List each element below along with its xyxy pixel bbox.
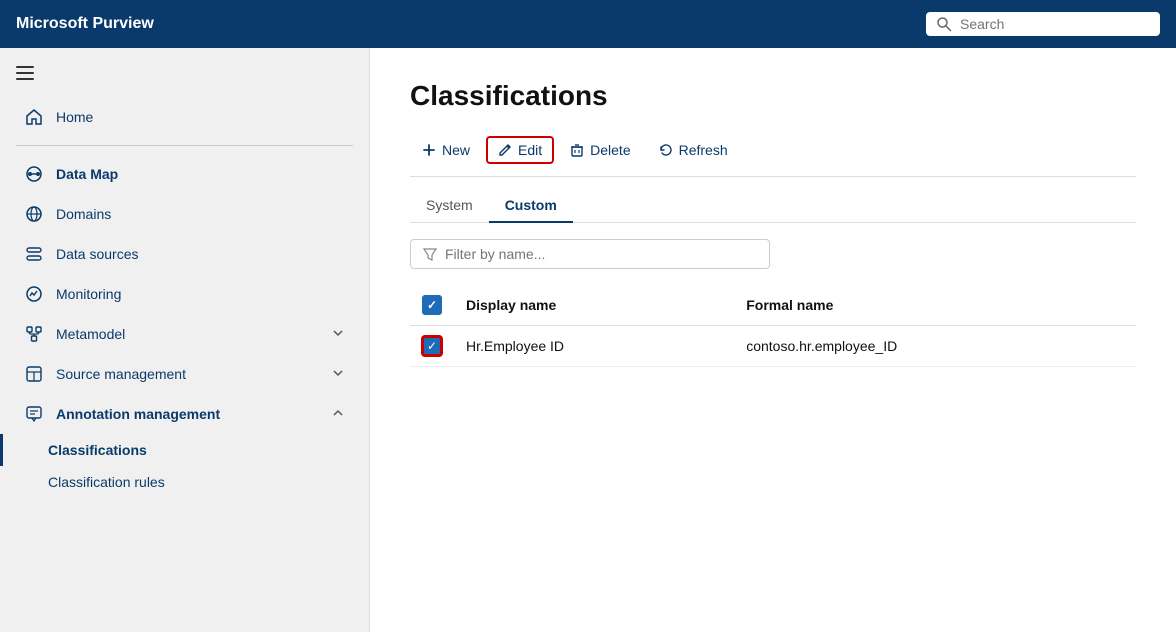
display-name-cell: Hr.Employee ID [454,326,734,367]
classifications-table: ✓ Display name Formal name ✓ Hr.Employee… [410,285,1136,367]
sidebar-item-label: Data Map [56,166,118,182]
sidebar-item-home[interactable]: Home [8,97,361,137]
monitoring-icon [24,284,44,304]
metamodel-icon [24,324,44,344]
chevron-down-icon [331,366,345,383]
sidebar-item-label: Data sources [56,246,138,262]
sidebar-item-label: Annotation management [56,406,220,422]
sidebar: Home Data Map [0,48,370,632]
col-display-name: Display name [454,285,734,326]
main-layout: Home Data Map [0,48,1176,632]
sidebar-item-classification-rules[interactable]: Classification rules [0,466,369,498]
toolbar: New Edit Delete [410,136,1136,177]
sidebar-item-metamodel[interactable]: Metamodel [8,314,361,354]
filter-input[interactable] [445,246,757,262]
new-button[interactable]: New [410,136,482,164]
sidebar-item-domains[interactable]: Domains [8,194,361,234]
header-checkbox[interactable]: ✓ [422,295,442,315]
datamap-icon [24,164,44,184]
sidebar-item-datasources[interactable]: Data sources [8,234,361,274]
plus-icon [422,143,436,157]
sidebar-sub-label: Classification rules [48,474,165,490]
filter-icon [423,247,437,261]
sidebar-item-label: Domains [56,206,111,222]
sidebar-item-label: Monitoring [56,286,121,302]
refresh-icon [659,143,673,157]
edit-icon [498,143,512,157]
search-input[interactable] [960,16,1150,32]
sidebar-item-source-management[interactable]: Source management [8,354,361,394]
edit-button[interactable]: Edit [486,136,554,164]
domains-icon [24,204,44,224]
page-title: Classifications [410,80,1136,112]
chevron-down-icon [331,326,345,343]
annotation-icon [24,404,44,424]
sidebar-item-label: Home [56,109,93,125]
app-title: Microsoft Purview [16,15,926,33]
search-icon [936,16,952,32]
select-all-header[interactable]: ✓ [410,285,454,326]
row-checkbox[interactable]: ✓ [422,336,442,356]
tab-system[interactable]: System [410,189,489,223]
sidebar-sub-label: Classifications [48,442,147,458]
home-icon [24,107,44,127]
delete-icon [570,143,584,157]
sidebar-item-classifications[interactable]: Classifications [0,434,369,466]
search-box[interactable] [926,12,1160,36]
datasources-icon [24,244,44,264]
col-formal-name: Formal name [734,285,1136,326]
topbar: Microsoft Purview [0,0,1176,48]
hamburger-button[interactable] [0,56,369,93]
filter-bar[interactable] [410,239,770,269]
tabs-container: System Custom [410,189,1136,223]
sidebar-divider [16,145,353,146]
content-area: Classifications New Edit [370,48,1176,632]
delete-button[interactable]: Delete [558,136,642,164]
sourcemanagement-icon [24,364,44,384]
formal-name-cell: contoso.hr.employee_ID [734,326,1136,367]
sidebar-item-datamap[interactable]: Data Map [8,154,361,194]
tab-custom[interactable]: Custom [489,189,573,223]
refresh-button[interactable]: Refresh [647,136,740,164]
row-checkbox-cell[interactable]: ✓ [410,326,454,367]
sidebar-item-label: Metamodel [56,326,125,342]
sidebar-item-monitoring[interactable]: Monitoring [8,274,361,314]
table-row: ✓ Hr.Employee ID contoso.hr.employee_ID [410,326,1136,367]
sidebar-item-annotation-management[interactable]: Annotation management [8,394,361,434]
sidebar-item-label: Source management [56,366,186,382]
chevron-up-icon [331,406,345,423]
